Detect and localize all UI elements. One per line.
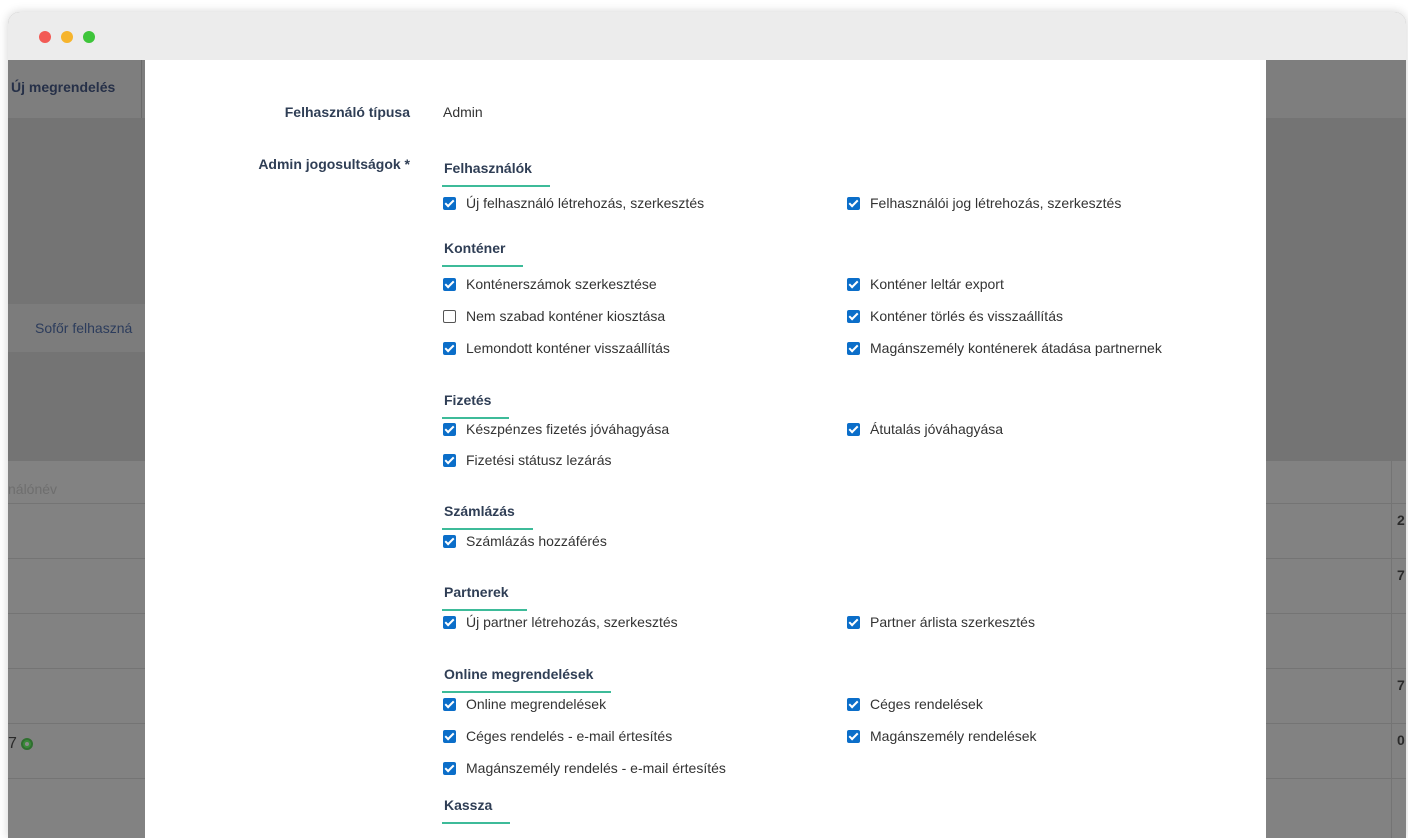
permission-label: Magánszemély rendelés - e-mail értesítés — [466, 760, 726, 776]
permission-label: Magánszemély konténerek átadása partnern… — [870, 340, 1162, 356]
checkbox[interactable] — [443, 761, 456, 775]
permission-restore-cancelled[interactable]: Lemondott konténer visszaállítás — [443, 338, 670, 358]
permission-online-orders[interactable]: Online megrendelések — [443, 694, 606, 714]
permission-company-order-email[interactable]: Céges rendelés - e-mail értesítés — [443, 726, 672, 746]
permission-label: Nem szabad konténer kiosztása — [466, 308, 666, 324]
checkbox[interactable] — [443, 277, 456, 291]
checkbox[interactable] — [847, 729, 860, 743]
permission-billing-access[interactable]: Számlázás hozzáférés — [443, 531, 607, 551]
user-type-value: Admin — [443, 104, 483, 120]
permission-partner-pricelist[interactable]: Partner árlista szerkesztés — [847, 612, 1035, 632]
permission-label: Partner árlista szerkesztés — [870, 614, 1035, 630]
section-title-users: Felhasználók — [442, 160, 550, 187]
browser-window: Új megrendelés Sofőr felhaszná nálónév 2… — [8, 12, 1406, 838]
permission-label: Céges rendelések — [870, 696, 983, 712]
permission-label: Konténer leltár export — [870, 276, 1004, 292]
close-window-button[interactable] — [39, 31, 51, 43]
permission-payment-status-close[interactable]: Fizetési státusz lezárás — [443, 450, 612, 470]
checkbox[interactable] — [443, 697, 456, 711]
table-header-username: nálónév — [8, 481, 58, 497]
title-bar — [8, 12, 1406, 60]
permission-label: Számlázás hozzáférés — [466, 533, 607, 549]
permission-new-partner[interactable]: Új partner létrehozás, szerkesztés — [443, 612, 678, 632]
permission-private-orders[interactable]: Magánszemély rendelések — [847, 726, 1037, 746]
permission-label: Magánszemély rendelések — [870, 728, 1037, 744]
table-cell: 7 — [1397, 677, 1405, 693]
section-title-container: Konténer — [441, 240, 525, 267]
permission-label: Online megrendelések — [466, 696, 607, 712]
checkbox[interactable] — [847, 341, 860, 355]
driver-users-card[interactable]: Sofőr felhaszná — [8, 304, 146, 352]
checkbox[interactable] — [443, 453, 456, 467]
checkbox[interactable] — [847, 422, 860, 436]
table-cell: 0 — [1397, 732, 1405, 748]
permission-label: Konténerszámok szerkesztése — [466, 276, 657, 292]
user-type-label: Felhasználó típusa — [284, 104, 410, 120]
checkbox[interactable] — [847, 196, 860, 210]
section-title-payment: Fizetés — [441, 392, 511, 419]
permission-label: Lemondott konténer visszaállítás — [466, 340, 670, 356]
permission-label: Átutalás jóváhagyása — [870, 421, 1004, 437]
section-title-cashier: Kassza — [441, 797, 511, 824]
checkbox[interactable] — [443, 309, 456, 323]
maximize-window-button[interactable] — [83, 31, 95, 43]
checkbox[interactable] — [443, 615, 456, 629]
permission-label: Új felhasználó létrehozás, szerkesztés — [466, 195, 705, 211]
table-column-divider — [1391, 461, 1392, 838]
checkbox[interactable] — [443, 534, 456, 548]
table-cell: 2 — [1397, 512, 1405, 528]
table-cell: 7 — [1397, 567, 1405, 583]
permission-assign-non-free[interactable]: Nem szabad konténer kiosztása — [443, 306, 665, 326]
checkbox[interactable] — [443, 341, 456, 355]
permission-label: Céges rendelés - e-mail értesítés — [466, 728, 673, 744]
permission-new-user[interactable]: Új felhasználó létrehozás, szerkesztés — [443, 193, 704, 213]
permission-label: Felhasználói jog létrehozás, szerkesztés — [870, 195, 1122, 211]
checkbox[interactable] — [847, 697, 860, 711]
checkbox[interactable] — [443, 196, 456, 210]
permission-label: Konténer törlés és visszaállítás — [870, 308, 1063, 324]
admin-permissions-label: Admin jogosultságok * — [258, 156, 410, 172]
row-id: 7 — [8, 735, 17, 752]
section-title-partners: Partnerek — [442, 584, 527, 611]
section-title-online-orders: Online megrendelések — [441, 666, 612, 693]
permission-label: Készpénzes fizetés jóváhagyása — [466, 421, 670, 437]
permission-inventory-export[interactable]: Konténer leltár export — [847, 274, 1004, 294]
permission-transfer-to-partner[interactable]: Magánszemély konténerek átadása partnern… — [847, 338, 1162, 358]
permissions-modal: Felhasználó típusa Admin Admin jogosults… — [145, 60, 1266, 838]
checkbox[interactable] — [443, 422, 456, 436]
checkbox[interactable] — [847, 277, 860, 291]
permission-private-order-email[interactable]: Magánszemély rendelés - e-mail értesítés — [443, 758, 726, 778]
section-title-billing: Számlázás — [442, 503, 533, 530]
permission-user-rights[interactable]: Felhasználói jog létrehozás, szerkesztés — [847, 193, 1121, 213]
permission-transfer-approval[interactable]: Átutalás jóváhagyása — [847, 419, 1003, 439]
nav-item-new-order[interactable]: Új megrendelés — [8, 60, 142, 118]
permission-delete-restore[interactable]: Konténer törlés és visszaállítás — [847, 306, 1063, 326]
permission-cash-approval[interactable]: Készpénzes fizetés jóváhagyása — [443, 419, 669, 439]
status-active-icon — [21, 738, 33, 750]
checkbox[interactable] — [847, 309, 860, 323]
permission-label: Fizetési státusz lezárás — [466, 452, 612, 468]
permission-container-numbers[interactable]: Konténerszámok szerkesztése — [443, 274, 657, 294]
permission-label: Új partner létrehozás, szerkesztés — [466, 614, 678, 630]
minimize-window-button[interactable] — [61, 31, 73, 43]
permission-company-orders[interactable]: Céges rendelések — [847, 694, 983, 714]
checkbox[interactable] — [847, 615, 860, 629]
checkbox[interactable] — [443, 729, 456, 743]
